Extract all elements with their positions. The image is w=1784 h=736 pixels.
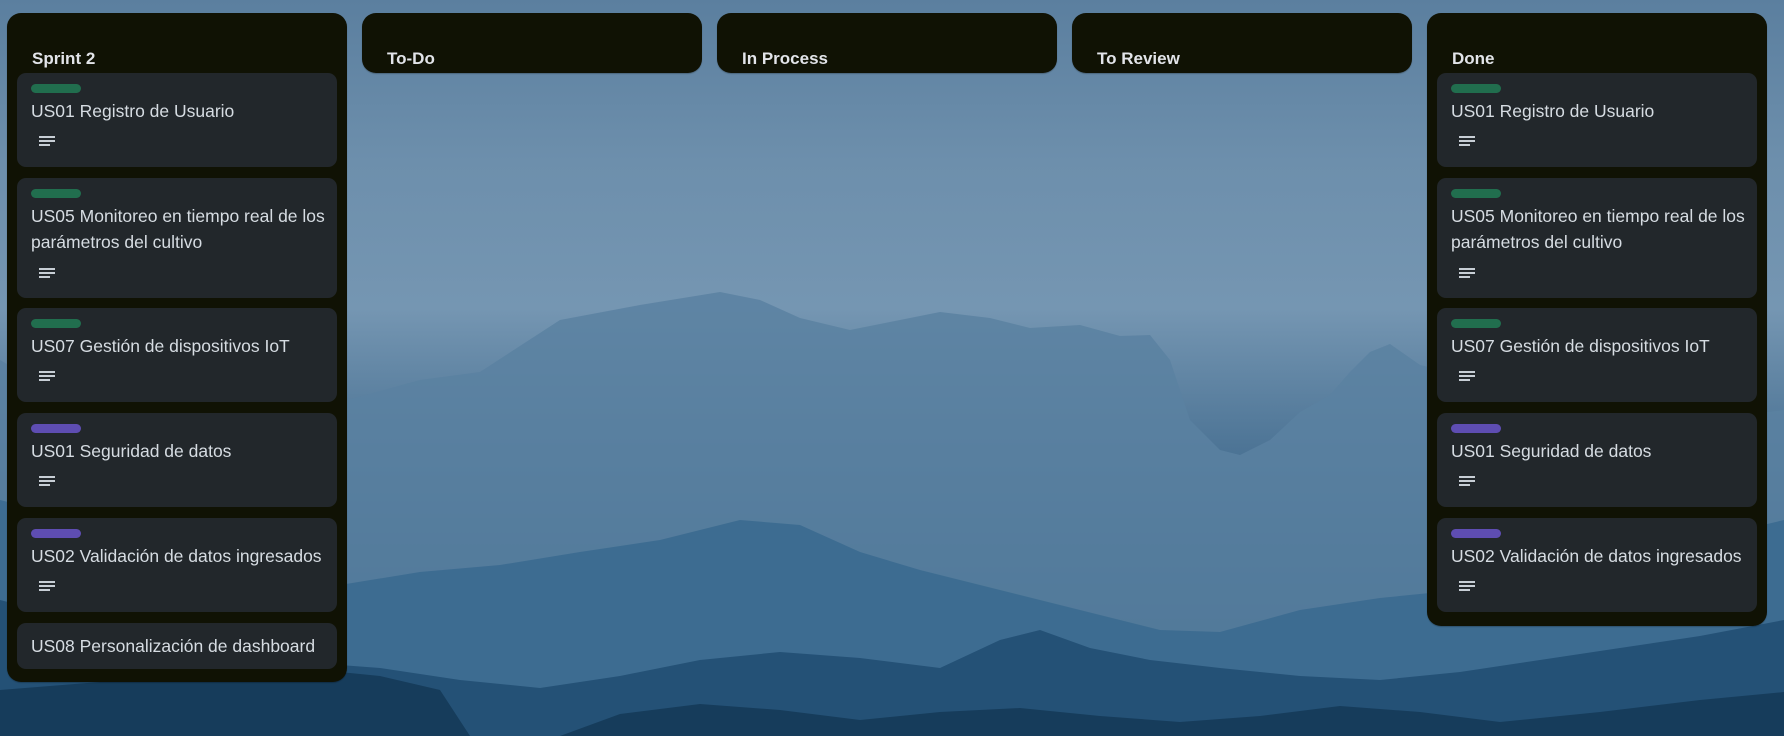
card-title: US01 Registro de Usuario [31, 101, 235, 121]
description-icon [39, 268, 55, 280]
card[interactable]: US08 Personalización de dashboard [17, 623, 337, 669]
card-label[interactable] [31, 424, 81, 433]
description-icon [39, 371, 55, 383]
card-title: US08 Personalización de dashboard [31, 636, 316, 656]
card-label[interactable] [1451, 84, 1501, 93]
description-icon [39, 136, 55, 148]
list-title[interactable]: Sprint 2 [32, 49, 95, 69]
card[interactable]: US02 Validación de datos ingresados [17, 518, 337, 612]
card-title: US01 Seguridad de datos [31, 441, 232, 461]
card[interactable]: US02 Validación de datos ingresados [1437, 518, 1757, 612]
list-to-do: To-Do [362, 13, 702, 73]
card[interactable]: US01 Registro de Usuario [1437, 73, 1757, 167]
card-title: US07 Gestión de dispositivos IoT [31, 336, 290, 356]
card[interactable]: US07 Gestión de dispositivos IoT [17, 308, 337, 402]
description-icon [1459, 268, 1475, 280]
card-label[interactable] [1451, 189, 1501, 198]
list-in-process: In Process [717, 13, 1057, 73]
kanban-board: Sprint 2 US01 Registro de Usuario US05 M… [0, 0, 1784, 736]
list-title[interactable]: Done [1452, 49, 1495, 69]
card-title: US02 Validación de datos ingresados [1451, 546, 1742, 566]
description-icon [39, 581, 55, 593]
card-label[interactable] [31, 189, 81, 198]
card[interactable]: US01 Seguridad de datos [1437, 413, 1757, 507]
list-title[interactable]: In Process [742, 49, 828, 69]
card[interactable]: US05 Monitoreo en tiempo real de los par… [17, 178, 337, 298]
list-done: Done US01 Registro de Usuario US05 Monit… [1427, 13, 1767, 626]
list-to-review: To Review [1072, 13, 1412, 73]
description-icon [39, 476, 55, 488]
list-sprint-2: Sprint 2 US01 Registro de Usuario US05 M… [7, 13, 347, 682]
card-title: US07 Gestión de dispositivos IoT [1451, 336, 1710, 356]
card[interactable]: US05 Monitoreo en tiempo real de los par… [1437, 178, 1757, 298]
card-label[interactable] [31, 84, 81, 93]
card-label[interactable] [31, 529, 81, 538]
description-icon [1459, 476, 1475, 488]
card-title: US01 Registro de Usuario [1451, 101, 1655, 121]
card[interactable]: US01 Registro de Usuario [17, 73, 337, 167]
card-title: US02 Validación de datos ingresados [31, 546, 322, 566]
description-icon [1459, 136, 1475, 148]
description-icon [1459, 371, 1475, 383]
card-title: US05 Monitoreo en tiempo real de los par… [31, 206, 325, 252]
card-title: US01 Seguridad de datos [1451, 441, 1652, 461]
card-label[interactable] [31, 319, 81, 328]
card[interactable]: US01 Seguridad de datos [17, 413, 337, 507]
card-title: US05 Monitoreo en tiempo real de los par… [1451, 206, 1745, 252]
list-title[interactable]: To-Do [387, 49, 435, 69]
description-icon [1459, 581, 1475, 593]
card-label[interactable] [1451, 319, 1501, 328]
card-label[interactable] [1451, 424, 1501, 433]
card[interactable]: US07 Gestión de dispositivos IoT [1437, 308, 1757, 402]
list-title[interactable]: To Review [1097, 49, 1180, 69]
card-label[interactable] [1451, 529, 1501, 538]
